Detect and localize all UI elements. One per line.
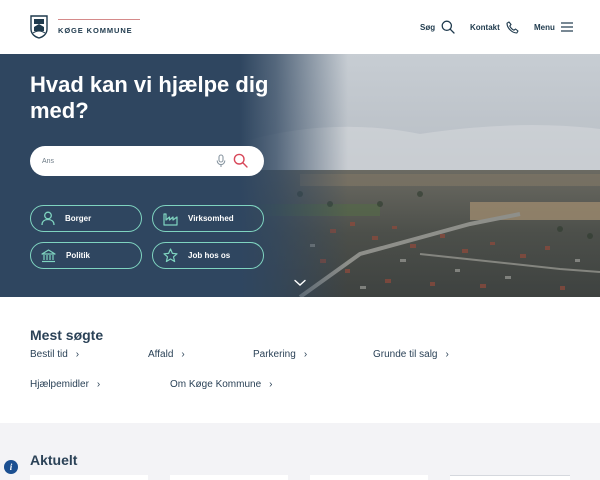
chevron-right-icon: ›	[75, 349, 80, 360]
news-card[interactable]	[450, 475, 570, 480]
menu-nav-button[interactable]: Menu	[534, 18, 573, 36]
search-icon	[441, 20, 455, 34]
news-card[interactable]	[30, 475, 148, 480]
brand-name: KØGE KOMMUNE	[58, 26, 133, 35]
quick-link[interactable]: Hjælpemidler ›	[30, 379, 100, 390]
chevron-right-icon: ›	[269, 379, 273, 390]
category-button-virksomhed[interactable]: Virksomhed	[152, 205, 264, 232]
quick-link[interactable]: Om Køge Kommune ›	[170, 379, 273, 390]
contact-nav-button[interactable]: Kontakt	[470, 18, 519, 36]
quick-link-label: Om Køge Kommune	[170, 379, 262, 390]
menu-nav-label: Menu	[534, 22, 555, 32]
search-nav-button[interactable]: Søg	[420, 18, 455, 36]
star-icon	[163, 248, 178, 263]
accessibility-info-icon[interactable]: i	[4, 460, 18, 474]
category-button-label: Politik	[66, 251, 91, 260]
news-card[interactable]	[170, 475, 288, 480]
chevron-right-icon: ›	[96, 379, 101, 390]
most-searched-title: Mest søgte	[30, 327, 104, 343]
chevron-right-icon: ›	[181, 349, 185, 360]
category-button-label: Virksomhed	[188, 214, 234, 223]
brand[interactable]: KØGE KOMMUNE	[58, 19, 140, 35]
hero-search-input[interactable]	[42, 153, 202, 169]
factory-icon	[163, 212, 178, 226]
koge-coat-of-arms-logo[interactable]	[30, 15, 48, 39]
quick-link-label: Affald	[148, 349, 174, 360]
hamburger-icon	[560, 22, 573, 32]
chevron-down-icon[interactable]	[294, 279, 306, 287]
quick-link[interactable]: Grunde til salg ›	[373, 349, 449, 360]
category-button-job[interactable]: Job hos os	[152, 242, 264, 269]
hero-title: Hvad kan vi hjælpe dig med?	[30, 72, 269, 123]
government-building-icon	[41, 248, 56, 262]
site-header: KØGE KOMMUNE Søg Kontakt Menu	[0, 0, 600, 54]
news-card[interactable]	[310, 475, 428, 480]
phone-icon	[506, 20, 519, 34]
microphone-icon[interactable]	[216, 154, 226, 168]
quick-link[interactable]: Parkering ›	[253, 349, 307, 360]
search-nav-label: Søg	[420, 22, 436, 32]
quick-link-label: Hjælpemidler	[30, 379, 89, 390]
quick-link[interactable]: Bestil tid ›	[30, 349, 79, 360]
quick-link-label: Bestil tid	[30, 349, 68, 360]
news-section: Aktuelt	[0, 423, 600, 480]
chevron-right-icon: ›	[303, 349, 308, 360]
news-title: Aktuelt	[30, 452, 78, 468]
hero-search-box	[30, 146, 264, 176]
brand-divider	[58, 19, 140, 20]
search-submit-icon[interactable]	[233, 153, 248, 168]
category-button-label: Job hos os	[188, 251, 231, 260]
category-button-label: Borger	[65, 214, 92, 223]
hero-banner: Hvad kan vi hjælpe dig med? Borger Virks…	[0, 54, 600, 297]
quick-link-label: Grunde til salg	[373, 349, 438, 360]
category-button-borger[interactable]: Borger	[30, 205, 142, 232]
quick-link-label: Parkering	[253, 349, 296, 360]
contact-nav-label: Kontakt	[470, 22, 500, 32]
category-button-politik[interactable]: Politik	[30, 242, 142, 269]
chevron-right-icon: ›	[445, 349, 449, 360]
person-icon	[41, 211, 55, 226]
quick-link[interactable]: Affald ›	[148, 349, 185, 360]
